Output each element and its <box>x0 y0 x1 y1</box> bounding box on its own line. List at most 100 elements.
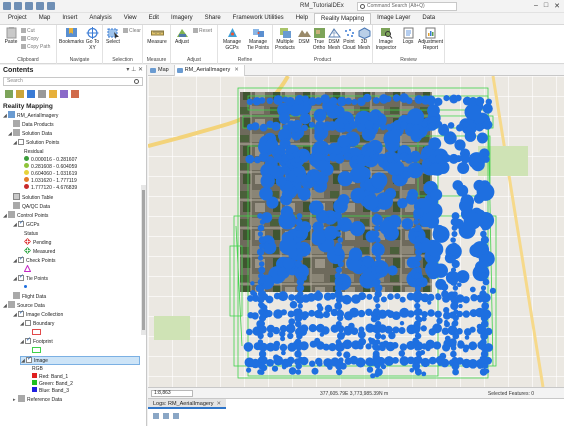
contents-scrollbar[interactable] <box>141 185 146 335</box>
true-ortho-button[interactable]: True Ortho <box>312 27 326 51</box>
point-cloud-button[interactable]: Point Cloud <box>342 27 356 51</box>
visibility-checkbox[interactable] <box>18 273 24 282</box>
maximize-icon[interactable]: □ <box>544 2 548 10</box>
tree-item-solution-data[interactable]: ◢ Solution Data <box>8 129 52 139</box>
close-tab-icon[interactable]: ✕ <box>217 401 222 407</box>
close-icon[interactable]: ✕ <box>554 2 560 10</box>
tab-view[interactable]: View <box>118 13 143 24</box>
contents-search-input[interactable]: Search <box>3 77 143 86</box>
tree-item-root[interactable]: ◢ RM_AerialImagery <box>3 111 58 121</box>
customize-icon[interactable] <box>47 2 55 10</box>
list-by-data-source-icon[interactable] <box>16 90 24 98</box>
command-search-input[interactable]: Command Search (Alt+Q) <box>357 2 457 11</box>
list-by-drawing-order-icon[interactable] <box>5 90 13 98</box>
clear-selection-button[interactable]: Clear <box>123 28 141 34</box>
dsm-button[interactable]: DSM <box>297 27 311 46</box>
undo-icon[interactable] <box>25 2 33 10</box>
tab-map[interactable]: Map <box>33 13 57 24</box>
tree-item-image-collection[interactable]: ◢Image Collection <box>13 309 63 320</box>
map-scale-input[interactable]: 1:8,863 <box>151 390 193 397</box>
list-by-editing-icon[interactable] <box>38 90 46 98</box>
tree-item-gcps[interactable]: ◢GCPs <box>13 219 39 230</box>
visibility-checkbox[interactable] <box>18 255 24 264</box>
visibility-checkbox[interactable] <box>26 355 32 364</box>
tab-help[interactable]: Help <box>290 13 314 24</box>
logs-button[interactable]: Logs <box>400 27 416 46</box>
gcp-status-measured: Measured <box>24 247 55 257</box>
multiple-products-button[interactable]: Multiple Products <box>274 27 296 51</box>
copy-button[interactable]: Copy <box>21 36 39 42</box>
open-icon[interactable] <box>14 2 22 10</box>
visibility-checkbox[interactable] <box>18 309 24 318</box>
folder-icon <box>8 211 15 219</box>
save-icon[interactable] <box>3 2 11 10</box>
map-canvas[interactable] <box>148 76 564 387</box>
tab-project[interactable]: Project <box>2 13 33 24</box>
manage-tie-points-button[interactable]: Manage Tie Points <box>245 27 271 51</box>
visibility-checkbox[interactable] <box>18 138 24 145</box>
tie-point-marker <box>287 362 293 367</box>
tab-share[interactable]: Share <box>199 13 227 24</box>
tree-item-image[interactable]: ◢Image <box>20 355 140 365</box>
filter-icon[interactable] <box>153 413 159 419</box>
bookmarks-button[interactable]: Bookmarks <box>59 27 84 46</box>
tab-analysis[interactable]: Analysis <box>83 13 117 24</box>
export-icon[interactable] <box>163 413 169 419</box>
tie-point-marker <box>297 290 304 298</box>
go-to-xy-button[interactable]: Go To XY <box>84 27 101 51</box>
close-tab-icon[interactable]: ✕ <box>234 67 239 73</box>
close-pane-icon[interactable]: ✕ <box>138 67 143 73</box>
reset-button[interactable]: Reset <box>193 28 212 34</box>
tie-point-marker <box>428 137 442 150</box>
scrollbar-thumb[interactable] <box>142 190 145 330</box>
tab-reality-mapping[interactable]: Reality Mapping <box>314 13 372 24</box>
tie-point-marker <box>301 275 307 281</box>
adjustment-report-button[interactable]: Adjustment Report <box>417 27 444 51</box>
tie-point-marker <box>434 97 443 106</box>
tab-edit[interactable]: Edit <box>143 13 165 24</box>
redo-icon[interactable] <box>36 2 44 10</box>
visibility-checkbox[interactable] <box>25 336 31 345</box>
auto-hide-icon[interactable]: ⊥ <box>131 67 136 73</box>
list-by-labeling-icon[interactable] <box>60 90 68 98</box>
tab-framework-utilities[interactable]: Framework Utilities <box>227 13 290 24</box>
tie-point-marker <box>481 260 489 268</box>
cut-button[interactable]: Cut <box>21 28 35 34</box>
list-by-selection-icon[interactable] <box>27 90 35 98</box>
tie-point-marker <box>454 139 466 151</box>
pin-icon[interactable]: ▾ <box>126 67 129 73</box>
paste-button[interactable]: Paste <box>3 27 19 46</box>
measure-button[interactable]: Measure <box>145 27 169 46</box>
manage-gcps-button[interactable]: Manage GCPs <box>220 27 244 51</box>
tree-item-tie-points[interactable]: ◢Tie Points <box>13 273 48 284</box>
tree-item-reference-data[interactable]: ▸ Reference Data <box>13 395 62 405</box>
tree-item-control-points[interactable]: ◢ Control Points <box>3 211 48 221</box>
image-inspector-button[interactable]: Image Inspector <box>374 27 398 51</box>
minimize-icon[interactable]: – <box>534 2 538 10</box>
tie-point-marker <box>301 124 308 132</box>
tie-point-marker <box>404 154 414 164</box>
tie-point-marker <box>349 307 360 318</box>
tab-logs[interactable]: Logs: RM_AerialImagery ✕ <box>148 399 227 409</box>
tree-item-footprint[interactable]: ◢Footprint <box>20 336 53 347</box>
tab-rm-aerial-imagery[interactable]: RM_AerialImagery ✕ <box>174 65 245 76</box>
copy-path-button[interactable]: Copy Path <box>21 44 50 50</box>
tree-item-check-points[interactable]: ◢Check Points <box>13 255 55 266</box>
3d-mesh-button[interactable]: 3D Mesh <box>357 27 371 51</box>
tab-data[interactable]: Data <box>416 13 441 24</box>
tab-map-view[interactable]: Map <box>148 65 175 76</box>
tree-item-boundary[interactable]: ◢ Boundary <box>20 319 54 329</box>
visibility-checkbox[interactable] <box>25 319 31 326</box>
tab-image-layer[interactable]: Image Layer <box>371 13 416 24</box>
tree-item-solution-points[interactable]: ◢ Solution Points <box>13 138 59 148</box>
visibility-checkbox[interactable] <box>18 219 24 228</box>
list-by-perspective-icon[interactable] <box>71 90 79 98</box>
dsm-mesh-button[interactable]: DSM Mesh <box>327 27 341 51</box>
tab-insert[interactable]: Insert <box>56 13 83 24</box>
list-by-snapping-icon[interactable] <box>49 90 57 98</box>
adjust-button[interactable]: Adjust <box>173 27 191 46</box>
tab-imagery[interactable]: Imagery <box>165 13 199 24</box>
clear-log-icon[interactable] <box>173 413 179 419</box>
map-view[interactable] <box>148 76 564 387</box>
select-button[interactable]: Select <box>105 27 121 46</box>
